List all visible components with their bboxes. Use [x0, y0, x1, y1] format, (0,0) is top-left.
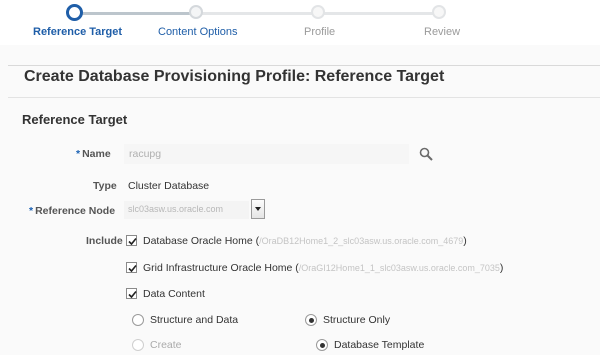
train-label-reference-target: Reference Target — [33, 26, 123, 38]
database-template-label: Database Template — [334, 339, 425, 351]
data-content-label: Data Content — [143, 288, 205, 300]
database-oracle-home-checkbox[interactable] — [126, 235, 137, 246]
include-label: Include — [86, 235, 123, 247]
chevron-down-icon[interactable] — [251, 199, 265, 219]
required-marker: * — [29, 205, 34, 217]
train-stop-content-options[interactable] — [189, 5, 203, 19]
reference-node-select[interactable]: slc03asw.us.oracle.com — [124, 201, 249, 219]
create-radio — [132, 339, 144, 351]
structure-and-data-radio[interactable] — [132, 314, 144, 326]
train-label-content-options[interactable]: Content Options — [158, 26, 238, 38]
reference-node-label: * Reference Node — [29, 205, 116, 217]
divider — [8, 97, 600, 98]
data-content-checkbox[interactable] — [126, 288, 137, 299]
name-field[interactable]: racupg — [124, 144, 409, 164]
type-label: Type — [93, 180, 117, 192]
train-stop-reference-target — [66, 4, 83, 21]
grid-infrastructure-home-label: Grid Infrastructure Oracle Home ( — [143, 262, 299, 274]
train-label-review: Review — [424, 26, 461, 38]
train-stop-profile — [311, 5, 325, 19]
grid-infrastructure-home-checkbox[interactable] — [126, 262, 137, 273]
content-panel — [0, 45, 600, 355]
required-marker: * — [76, 148, 81, 160]
structure-only-label: Structure Only — [323, 314, 391, 326]
grid-infrastructure-home-suffix: ) — [499, 262, 504, 274]
name-label: * Name — [76, 148, 111, 160]
database-template-radio[interactable] — [316, 339, 328, 351]
database-oracle-home-label: Database Oracle Home ( — [143, 235, 260, 247]
database-oracle-home-path: /OraDB12Home1_2_slc03asw.us.oracle.com_4… — [259, 236, 464, 246]
divider — [8, 65, 600, 66]
create-label: Create — [150, 339, 182, 351]
search-icon[interactable] — [419, 147, 433, 161]
grid-infrastructure-home-path: /OraGI12Home1_1_slc03asw.us.oracle.com_7… — [298, 263, 500, 273]
train-progress-line — [75, 12, 195, 15]
page-title: Create Database Provisioning Profile: Re… — [24, 68, 445, 85]
database-oracle-home-suffix: ) — [463, 235, 467, 247]
structure-and-data-label: Structure and Data — [150, 314, 239, 326]
structure-only-radio[interactable] — [305, 314, 317, 326]
type-value: Cluster Database — [128, 180, 210, 192]
database-oracle-home-text: Database Oracle Home (/OraDB12Home1_2_sl… — [143, 235, 467, 247]
train-stop-review — [432, 5, 446, 19]
train-label-profile: Profile — [304, 26, 336, 38]
process-train: Reference Target Content Options Profile… — [0, 0, 600, 46]
grid-infrastructure-home-text: Grid Infrastructure Oracle Home (/OraGI1… — [143, 262, 503, 274]
section-title: Reference Target — [22, 112, 128, 127]
